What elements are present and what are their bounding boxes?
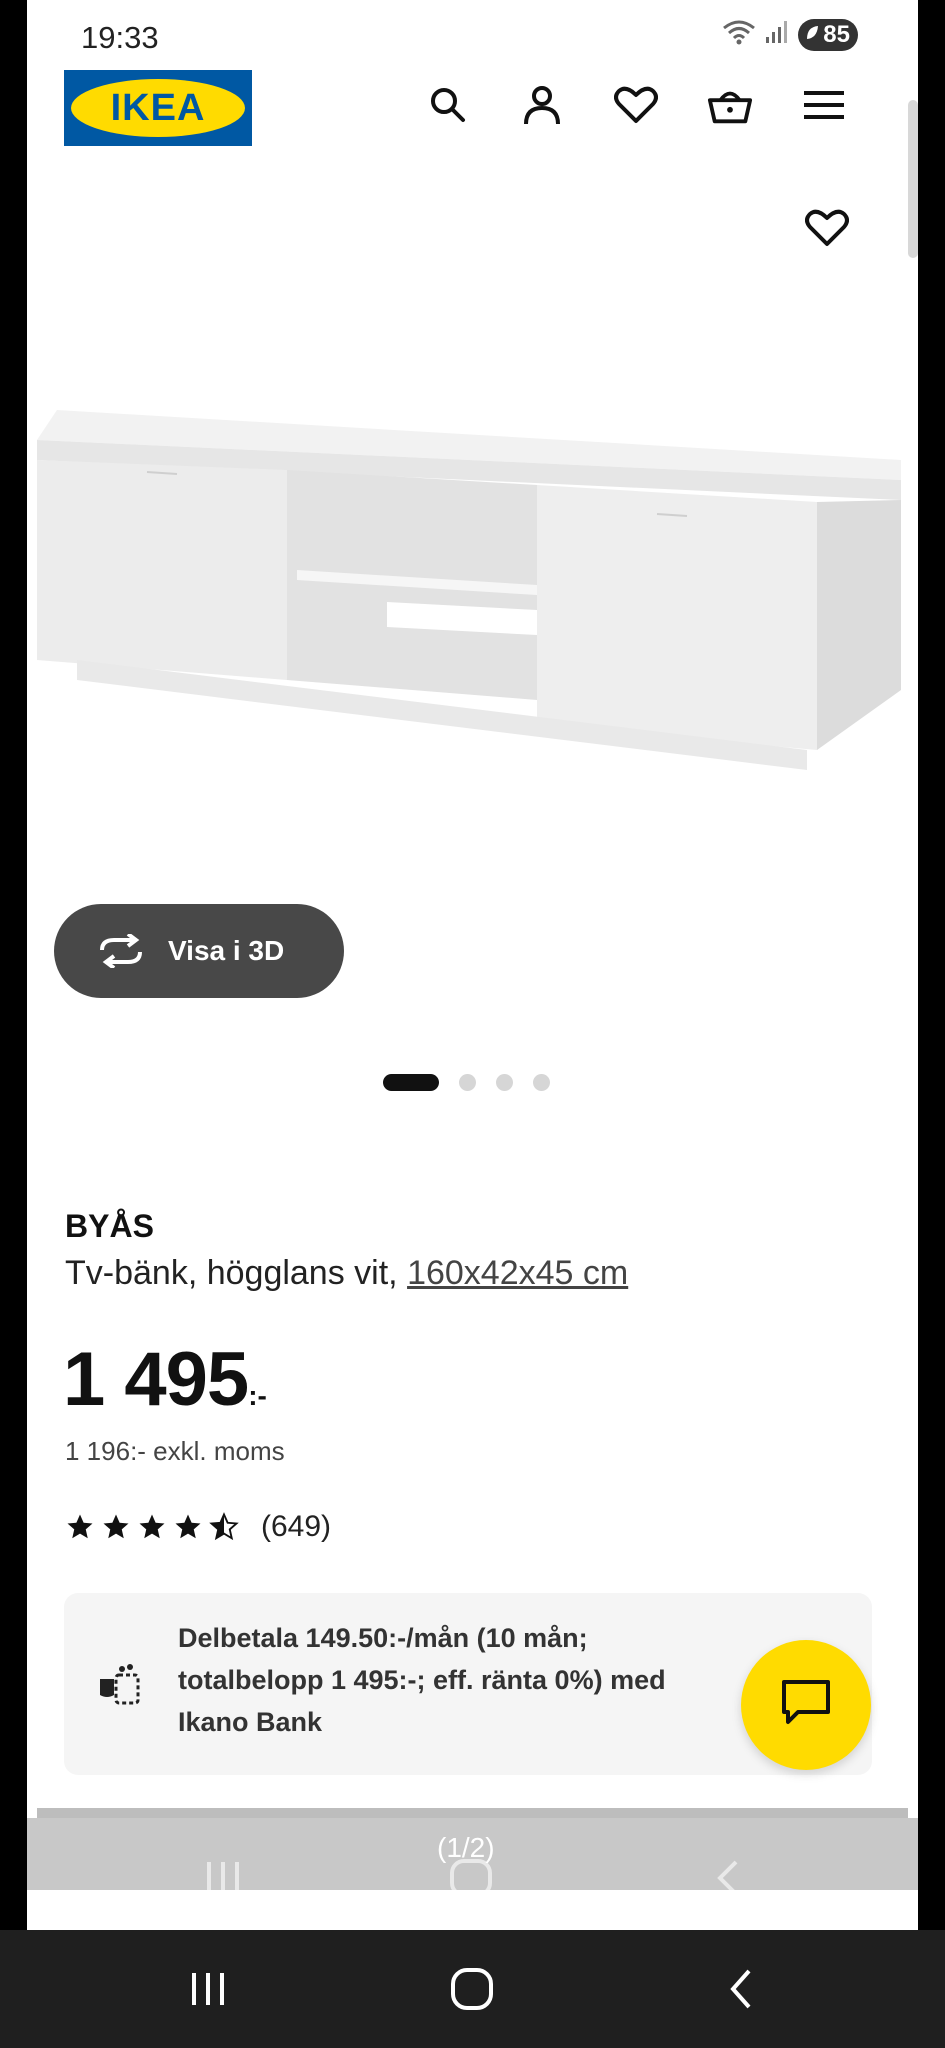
price-excl-vat: 1 196:- exkl. moms [65, 1436, 285, 1466]
system-navigation-bar [0, 1930, 945, 2048]
chat-button[interactable] [741, 1640, 871, 1770]
home-icon[interactable] [450, 1966, 494, 2012]
divider [37, 1808, 908, 1818]
signal-icon [764, 19, 790, 50]
battery-level: 85 [823, 20, 850, 48]
star-icon [67, 1514, 93, 1539]
price-suffix: :- [248, 1380, 267, 1411]
heart-icon[interactable] [613, 82, 659, 128]
carousel-dot[interactable] [459, 1074, 476, 1091]
view-in-3d-label: Visa i 3D [168, 935, 285, 966]
screen: 19:33 85 IKEA Visa i 3D BYÅS Tv-bänk, hö… [27, 0, 918, 1930]
product-type: Tv-bänk, högglans vit, [65, 1254, 408, 1292]
ghost-back-icon [705, 1858, 749, 1898]
rating-summary[interactable]: (649) [65, 1510, 331, 1544]
status-bar: 19:33 85 [27, 0, 918, 70]
review-count: (649) [261, 1510, 332, 1543]
product-price: 1 495 :- [63, 1336, 267, 1423]
scrollbar-thumb[interactable] [908, 100, 918, 258]
half-star-icon [209, 1512, 239, 1541]
carousel-dot[interactable] [496, 1074, 513, 1091]
status-icons: 85 [722, 18, 858, 51]
star-icon [103, 1514, 129, 1539]
ikea-logo[interactable]: IKEA [64, 70, 252, 146]
add-to-favourites-heart-icon[interactable] [801, 202, 853, 254]
image-carousel-indicator [383, 1074, 550, 1091]
rotate-3d-icon [96, 934, 146, 968]
site-header: IKEA [27, 70, 918, 150]
chat-icon [780, 1678, 832, 1733]
product-name: BYÅS [65, 1208, 154, 1244]
star-rating [65, 1512, 239, 1542]
product-image[interactable] [27, 390, 918, 790]
wifi-icon [722, 18, 756, 51]
back-icon[interactable] [720, 1966, 760, 2012]
product-dimensions-link[interactable]: 160x42x45 cm [407, 1254, 628, 1292]
status-time: 19:33 [81, 20, 159, 55]
search-icon[interactable] [425, 82, 471, 128]
view-in-3d-button[interactable]: Visa i 3D [54, 904, 344, 998]
price-amount: 1 495 [63, 1337, 249, 1422]
installment-payment-icon [96, 1661, 144, 1709]
battery-saver-icon [804, 21, 820, 49]
menu-icon[interactable] [801, 82, 847, 128]
logo-text: IKEA [71, 79, 245, 137]
user-icon[interactable] [519, 82, 565, 128]
recent-apps-icon[interactable] [186, 1966, 230, 2012]
basket-icon[interactable] [707, 82, 753, 128]
ghost-home-icon [449, 1858, 493, 1898]
carousel-dot-active[interactable] [383, 1074, 439, 1091]
carousel-dot[interactable] [533, 1074, 550, 1091]
product-description: Tv-bänk, högglans vit, 160x42x45 cm [65, 1254, 628, 1293]
star-icon [175, 1514, 201, 1539]
financing-text: Delbetala 149.50:-/mån (10 mån; totalbel… [178, 1623, 666, 1737]
star-icon [139, 1514, 165, 1539]
ghost-recent-apps-icon [201, 1858, 245, 1898]
battery-indicator: 85 [798, 18, 858, 51]
